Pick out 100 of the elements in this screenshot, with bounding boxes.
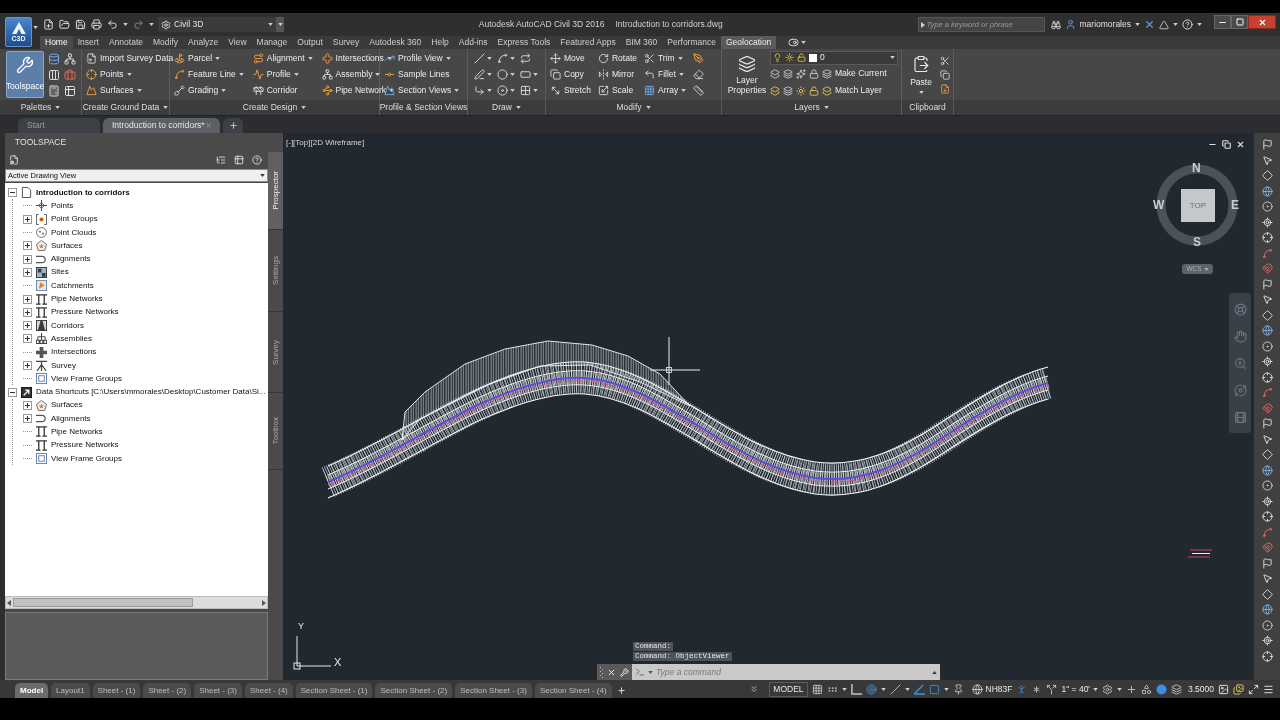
ribbon-button[interactable]: Alignment xyxy=(252,50,313,67)
ribbon-button[interactable]: Scale xyxy=(597,82,637,99)
diagonal-line-icon[interactable] xyxy=(474,53,485,64)
ribbon-button[interactable]: Import Survey Data xyxy=(86,50,174,67)
ribbon-button[interactable]: Grading xyxy=(174,82,244,99)
tree-item[interactable]: Catchments xyxy=(51,279,94,292)
layer-properties-button[interactable]: Layer Properties xyxy=(726,51,768,98)
loop-arrows-icon[interactable] xyxy=(520,53,531,64)
lock-icon[interactable] xyxy=(809,68,819,79)
flag-icon[interactable] xyxy=(1261,418,1273,429)
plus-box-icon[interactable] xyxy=(23,241,32,251)
plus-box-icon[interactable] xyxy=(23,414,32,424)
double-chevron-icon[interactable] xyxy=(749,684,760,694)
diamond-icon[interactable] xyxy=(1261,309,1273,321)
user-menu-button[interactable]: mariomorales xyxy=(1079,18,1140,31)
flag-icon[interactable] xyxy=(1261,139,1273,150)
picture-icon[interactable] xyxy=(1218,683,1229,695)
folder-icon[interactable] xyxy=(59,19,70,30)
grip-handle-icon[interactable] xyxy=(600,666,603,678)
ribbon-tab[interactable]: Annotate xyxy=(103,36,148,49)
layout-tab[interactable]: Sheet - (2) xyxy=(143,683,192,698)
fullscreen-icon[interactable] xyxy=(1248,683,1259,695)
help-icon[interactable] xyxy=(1182,19,1193,30)
precision-button[interactable]: 3.5000 xyxy=(1188,682,1214,696)
scrollbar-thumb[interactable] xyxy=(13,598,193,607)
filled-circle-icon[interactable] xyxy=(1156,683,1167,695)
restore-icon[interactable] xyxy=(1222,140,1231,149)
globe-icon[interactable] xyxy=(1261,464,1273,476)
close-icon[interactable] xyxy=(607,667,616,677)
annotation-scale-button[interactable]: 1" = 40' xyxy=(1061,682,1098,696)
ruler-icon[interactable] xyxy=(693,85,705,96)
disc-icon[interactable] xyxy=(497,85,508,96)
viewport-control[interactable]: [Top] xyxy=(293,138,311,148)
layer-dropdown[interactable]: 0 xyxy=(770,50,898,65)
wrench-icon[interactable] xyxy=(620,667,629,677)
circle-icon[interactable] xyxy=(497,69,508,80)
ribbon-button[interactable]: Pipe Network xyxy=(321,82,395,99)
ribbon-tab[interactable]: Add-ins xyxy=(453,36,493,49)
compass-south-label[interactable]: S xyxy=(1193,235,1201,249)
tree-item[interactable]: View Frame Groups xyxy=(51,452,122,465)
triangle-icon[interactable] xyxy=(1159,19,1169,30)
calculator-icon[interactable] xyxy=(48,84,60,97)
ribbon-button[interactable]: Parcel xyxy=(174,50,244,67)
diamond-icon[interactable] xyxy=(1261,449,1273,460)
ribbon-button[interactable]: Profile xyxy=(252,66,313,83)
spline-icon[interactable] xyxy=(497,53,508,64)
scroll-left-icon[interactable] xyxy=(7,599,11,606)
grid-icon[interactable] xyxy=(811,683,823,695)
globe-icon[interactable] xyxy=(1261,604,1273,615)
target-icon[interactable] xyxy=(865,683,877,695)
tree-item[interactable]: Pressure Networks xyxy=(51,306,119,319)
ribbon-tab[interactable]: Insert xyxy=(72,36,104,49)
layers-icon[interactable] xyxy=(770,68,780,79)
circle-dot-icon[interactable] xyxy=(1261,480,1273,491)
columns-icon[interactable] xyxy=(48,68,60,81)
coordinate-system-button[interactable]: NH83F xyxy=(971,682,1013,696)
save-icon[interactable] xyxy=(75,19,86,30)
database-icon[interactable] xyxy=(48,52,60,65)
ribbon-button[interactable]: Intersections xyxy=(321,50,395,67)
diamond-icon[interactable] xyxy=(1261,170,1273,181)
plus-box-icon[interactable] xyxy=(23,254,32,264)
undo-icon[interactable] xyxy=(107,19,118,30)
ribbon-tab[interactable]: Performance xyxy=(662,36,721,49)
layout-tab[interactable]: Section Sheet - (3) xyxy=(455,683,532,698)
new-tab-button[interactable] xyxy=(223,118,243,133)
tree-item[interactable]: Pipe Networks xyxy=(51,293,103,305)
crosshair-icon[interactable] xyxy=(1261,650,1273,662)
tree-item[interactable]: Assemblies xyxy=(51,332,92,345)
minimize-button[interactable] xyxy=(1214,15,1231,29)
viewport-control[interactable]: [-] xyxy=(286,138,294,148)
viewport-control[interactable]: [2D Wireframe] xyxy=(310,138,365,148)
scroll-right-icon[interactable] xyxy=(262,599,266,606)
circle-dot-icon[interactable] xyxy=(1261,201,1273,212)
spline-icon[interactable] xyxy=(1261,387,1273,398)
slash-icon[interactable] xyxy=(889,683,901,695)
ribbon-tab[interactable]: Express Tools xyxy=(492,36,556,49)
toolspace-button[interactable]: Toolspace xyxy=(6,51,44,98)
help-icon[interactable] xyxy=(252,155,262,165)
file-tab[interactable]: Introduction to corridors* xyxy=(103,118,220,133)
flag-icon[interactable] xyxy=(1261,557,1273,569)
workspace-dropdown[interactable]: Civil 3D xyxy=(158,17,276,32)
spline-icon[interactable] xyxy=(1261,247,1273,259)
sparkles-icon[interactable] xyxy=(796,68,806,79)
angle-line-icon[interactable] xyxy=(913,683,925,695)
ribbon-tab[interactable]: Analyze xyxy=(183,36,224,49)
panel-title-button[interactable]: Create Ground Data xyxy=(82,101,169,114)
list-tree-icon[interactable] xyxy=(216,155,226,165)
crosshair-icon[interactable] xyxy=(1261,232,1273,243)
tree-item[interactable]: Sites xyxy=(51,266,69,279)
plus-box-icon[interactable] xyxy=(23,361,32,370)
plus-box-icon[interactable] xyxy=(23,307,32,317)
printer-icon[interactable] xyxy=(91,19,102,30)
tree-item[interactable]: Survey xyxy=(51,359,76,372)
tree-item[interactable]: Pipe Networks xyxy=(51,426,103,438)
split-arrows-icon[interactable] xyxy=(1046,683,1058,695)
globe-icon[interactable] xyxy=(1261,185,1273,197)
command-input-field[interactable]: Type a command xyxy=(656,665,929,679)
layout-tab[interactable]: Section Sheet - (2) xyxy=(375,683,453,698)
file-down-icon[interactable] xyxy=(940,83,950,94)
ribbon-tab[interactable]: Modify xyxy=(148,36,184,49)
